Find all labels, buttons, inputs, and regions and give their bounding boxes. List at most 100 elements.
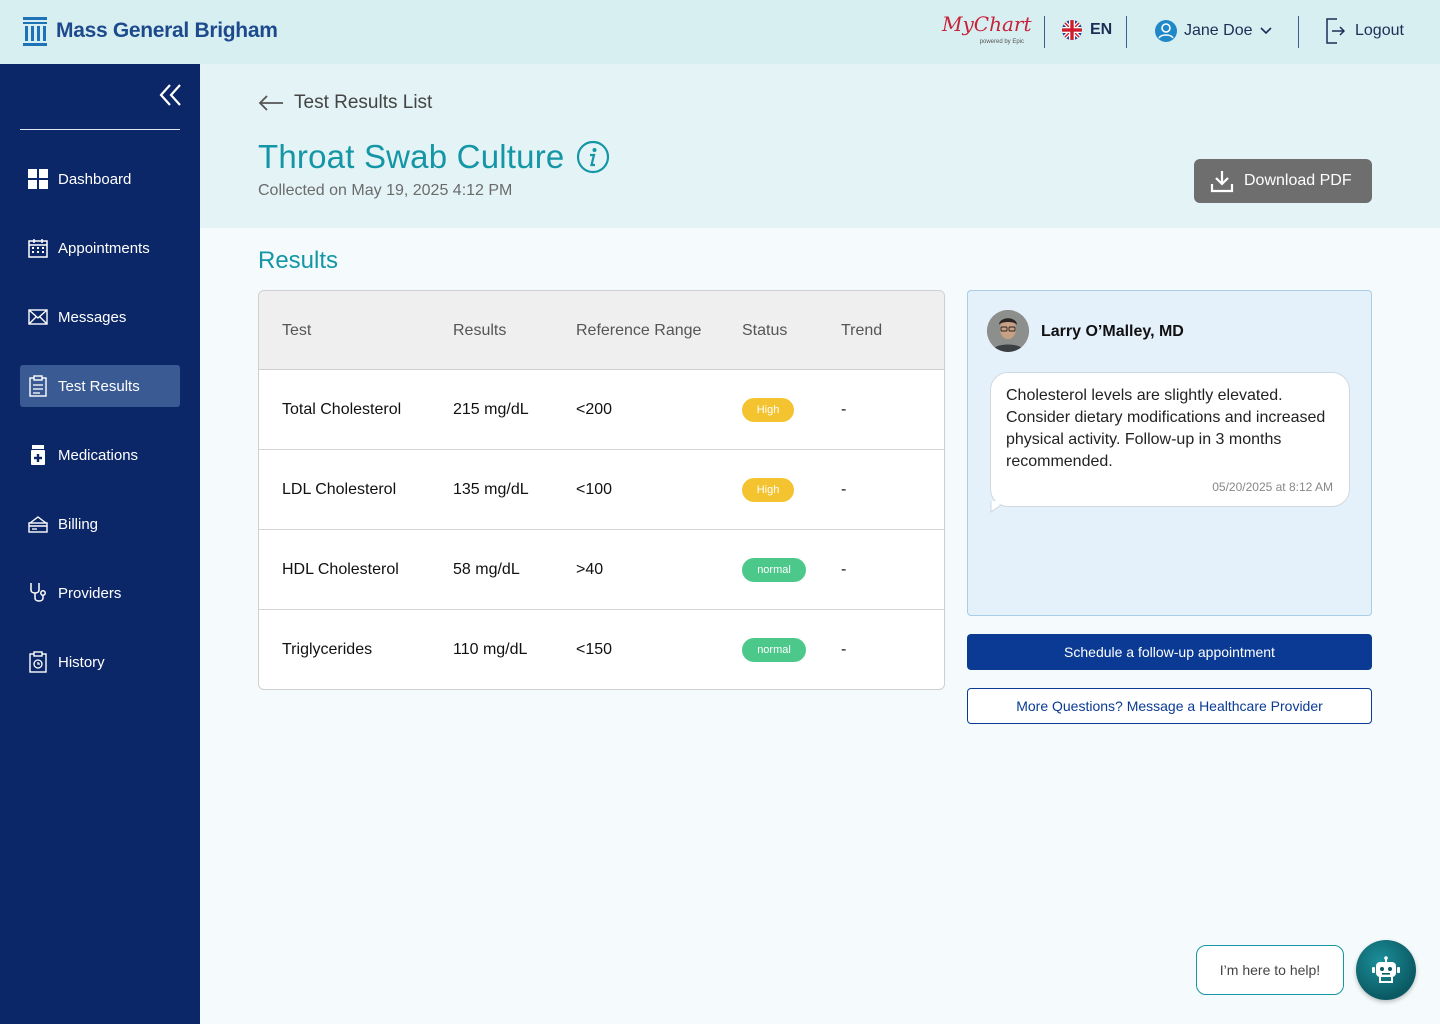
sidebar-item-label: Dashboard [58, 170, 132, 188]
status-badge: High [742, 398, 794, 422]
robot-icon [1372, 956, 1400, 983]
download-icon [1210, 171, 1234, 193]
provider-message-bubble: Cholesterol levels are slightly elevated… [990, 372, 1350, 507]
cell-trend: - [841, 481, 847, 498]
status-badge: normal [742, 558, 806, 582]
top-bar: Mass General Brigham MyChart powered by … [0, 0, 1440, 64]
column-header-reference-range: Reference Range [576, 322, 702, 339]
sidebar-item-dashboard[interactable]: Dashboard [20, 158, 180, 200]
title-row: Throat Swab Culture [258, 138, 610, 176]
stethoscope-icon [27, 582, 49, 604]
grid-icon [27, 168, 49, 190]
download-pdf-button[interactable]: Download PDF [1194, 159, 1372, 203]
chatbot-button[interactable] [1356, 940, 1416, 1000]
sidebar-item-providers[interactable]: Providers [20, 572, 180, 614]
calendar-icon [27, 237, 49, 259]
sidebar-item-test-results[interactable]: Test Results [20, 365, 180, 407]
provider-avatar [987, 310, 1029, 352]
table-header: Test Results Reference Range Status Tren… [259, 291, 944, 370]
cell-range: <200 [576, 401, 613, 418]
mychart-logo: MyChart powered by Epic [942, 12, 1031, 50]
back-link-label: Test Results List [294, 92, 433, 113]
sidebar-item-messages[interactable]: Messages [20, 296, 180, 338]
mychart-logo-text: MyChart [942, 12, 1031, 36]
column-header-status: Status [742, 322, 788, 339]
cell-result: 135 mg/dL [453, 481, 529, 498]
provider-message-timestamp: 05/20/2025 at 8:12 AM [1212, 480, 1333, 494]
schedule-follow-up-button[interactable]: Schedule a follow-up appointment [967, 634, 1372, 670]
status-badge: normal [742, 638, 806, 662]
arrow-left-icon [258, 95, 283, 111]
cell-test: LDL Cholesterol [282, 481, 397, 498]
page-title: Throat Swab Culture [258, 138, 565, 175]
sidebar: Dashboard Appointments Messages Test Res… [0, 64, 200, 1024]
column-header-trend: Trend [841, 322, 883, 339]
table-row[interactable]: LDL Cholesterol 135 mg/dL <100 High - [259, 450, 944, 530]
column-header-test: Test [282, 322, 312, 339]
provider-name: Larry O’Malley, MD [1041, 323, 1184, 340]
back-link[interactable]: Test Results List [258, 92, 432, 114]
sidebar-item-label: Messages [58, 308, 127, 326]
sidebar-item-history[interactable]: History [20, 641, 180, 683]
message-provider-button[interactable]: More Questions? Message a Healthcare Pro… [967, 688, 1372, 724]
bubble-tail [990, 501, 1002, 513]
logout-label: Logout [1355, 22, 1404, 39]
clipboard-history-icon [27, 651, 49, 673]
chevron-down-icon [1259, 27, 1272, 35]
cell-trend: - [841, 561, 847, 578]
cell-test: Triglycerides [282, 641, 373, 658]
logout-icon [1326, 18, 1345, 44]
uk-flag-icon [1062, 20, 1082, 40]
language-selector[interactable]: EN [1062, 20, 1112, 40]
sidebar-item-label: Appointments [58, 239, 150, 257]
cell-trend: - [841, 641, 847, 658]
status-badge: High [742, 478, 794, 502]
assistant-prompt[interactable]: I’m here to help! [1196, 945, 1344, 995]
download-pdf-label: Download PDF [1244, 172, 1352, 189]
mychart-wordmark: MyChart [942, 12, 1032, 36]
cell-test: HDL Cholesterol [282, 561, 399, 578]
sidebar-divider [20, 129, 180, 130]
user-avatar-icon [1155, 20, 1177, 42]
results-table: Test Results Reference Range Status Tren… [258, 290, 945, 690]
user-menu[interactable]: Jane Doe [1154, 19, 1273, 43]
cell-trend: - [841, 401, 847, 418]
cell-range: <150 [576, 641, 613, 658]
divider [1044, 16, 1045, 48]
sidebar-item-label: History [58, 653, 105, 671]
logout-button[interactable]: Logout [1325, 18, 1404, 44]
sidebar-item-medications[interactable]: Medications [20, 434, 180, 476]
person-photo-icon [987, 310, 1029, 352]
sidebar-item-billing[interactable]: Billing [20, 503, 180, 545]
cell-result: 110 mg/dL [453, 641, 528, 658]
table-row[interactable]: Triglycerides 110 mg/dL <150 normal - [259, 610, 944, 689]
building-icon [23, 17, 47, 46]
cell-result: 215 mg/dL [453, 401, 529, 418]
cell-range: <100 [576, 481, 613, 498]
sidebar-item-label: Billing [58, 515, 99, 533]
envelope-icon [27, 306, 49, 328]
divider [1298, 16, 1299, 48]
collected-date: Collected on May 19, 2025 4:12 PM [258, 182, 513, 199]
provider-message-text: Cholesterol levels are slightly elevated… [1006, 387, 1326, 470]
table-row[interactable]: Total Cholesterol 215 mg/dL <200 High - [259, 370, 944, 450]
cell-range: >40 [576, 561, 604, 578]
pill-bottle-icon [27, 444, 49, 466]
divider [1126, 16, 1127, 48]
sidebar-item-appointments[interactable]: Appointments [20, 227, 180, 269]
clipboard-icon [27, 375, 49, 397]
sidebar-item-label: Test Results [58, 377, 140, 395]
provider-comment-card: Larry O’Malley, MD Cholesterol levels ar… [967, 290, 1372, 616]
table-row[interactable]: HDL Cholesterol 58 mg/dL >40 normal - [259, 530, 944, 610]
collapse-sidebar-icon[interactable] [158, 82, 184, 108]
brand-name: Mass General Brigham [56, 19, 278, 42]
billing-icon [27, 513, 49, 535]
language-label: EN [1090, 21, 1113, 38]
cell-test: Total Cholesterol [282, 401, 402, 418]
info-icon[interactable] [576, 140, 610, 174]
brand-logo[interactable]: Mass General Brigham [22, 14, 278, 48]
page-header: Test Results List Throat Swab Culture Co… [200, 64, 1440, 228]
results-heading: Results [258, 247, 339, 274]
sidebar-item-label: Medications [58, 446, 139, 464]
sidebar-item-label: Providers [58, 584, 122, 602]
